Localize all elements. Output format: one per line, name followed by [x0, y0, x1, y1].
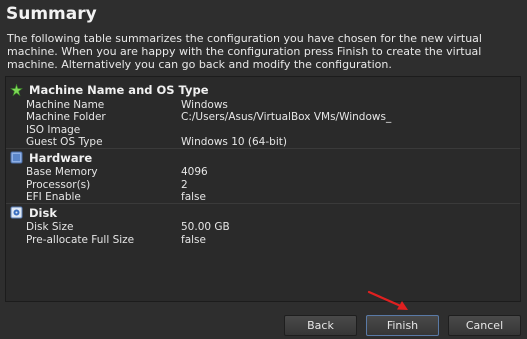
row-key: Machine Name	[26, 99, 105, 112]
summary-table: Machine Name and OS Type Machine Name Win…	[5, 76, 521, 302]
row-key: Pre-allocate Full Size	[26, 233, 135, 246]
machine-icon	[9, 83, 23, 97]
row-key: Base Memory	[26, 166, 98, 179]
section-disk: Disk	[6, 203, 520, 221]
row-key: Processor(s)	[26, 178, 91, 191]
section-title: Hardware	[29, 150, 93, 165]
page-title: Summary	[6, 4, 97, 24]
red-arrow-annotation	[367, 290, 408, 310]
table-row: ISO Image	[6, 124, 520, 136]
hardware-icon	[9, 151, 23, 165]
row-key: ISO Image	[26, 123, 81, 136]
row-value: Windows	[181, 99, 228, 112]
row-value: 50.00 GB	[181, 221, 230, 234]
cancel-button[interactable]: Cancel	[448, 315, 521, 336]
row-value: false	[181, 190, 206, 203]
table-row: Processor(s) 2	[6, 178, 520, 191]
table-row: Machine Folder C:/Users/Asus/VirtualBox V…	[6, 111, 520, 123]
row-key: Guest OS Type	[26, 136, 103, 149]
disk-icon	[9, 206, 23, 220]
back-button[interactable]: Back	[284, 315, 357, 336]
section-hardware: Hardware	[6, 148, 520, 166]
row-value: false	[181, 233, 206, 246]
row-value: 4096	[181, 166, 208, 179]
table-row: Guest OS Type Windows 10 (64-bit)	[6, 136, 520, 148]
table-row: Base Memory 4096	[6, 166, 520, 178]
row-value: 2	[181, 178, 188, 191]
row-key: Machine Folder	[26, 111, 106, 124]
row-key: Disk Size	[26, 221, 74, 234]
table-row: EFI Enable false	[6, 191, 520, 203]
section-title: Machine Name and OS Type	[29, 83, 209, 97]
table-row: Machine Name Windows	[6, 99, 520, 111]
finish-button[interactable]: Finish	[366, 315, 439, 336]
section-title: Disk	[29, 205, 57, 220]
summary-description: The following table summarizes the confi…	[7, 32, 482, 71]
table-row: Disk Size 50.00 GB	[6, 221, 520, 233]
section-machine-name-os-type: Machine Name and OS Type	[6, 81, 520, 99]
row-key: EFI Enable	[26, 190, 81, 203]
table-row: Pre-allocate Full Size false	[6, 233, 520, 246]
row-value: C:/Users/Asus/VirtualBox VMs/Windows_	[181, 111, 392, 124]
row-value: Windows 10 (64-bit)	[181, 136, 287, 149]
